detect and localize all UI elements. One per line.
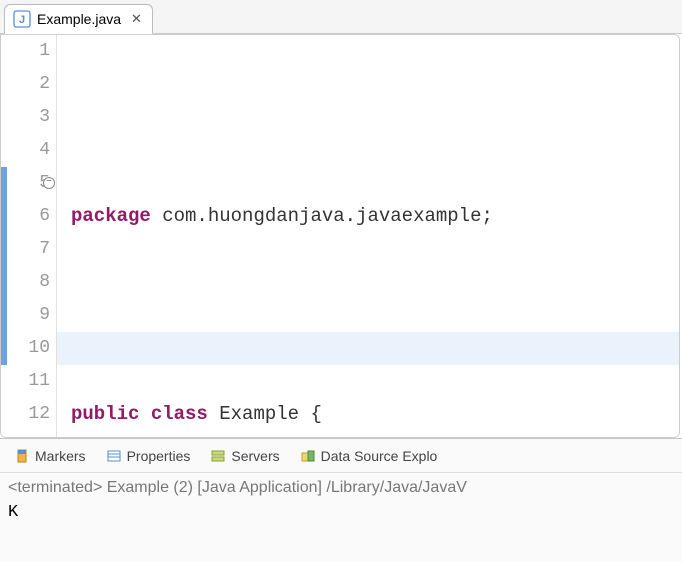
java-file-icon: J: [13, 10, 31, 28]
editor-tab-label: Example.java: [37, 11, 121, 27]
panel-tab-markers[interactable]: Markers: [6, 444, 94, 468]
marker-strip: [1, 35, 15, 437]
panel-tab-bar: Markers Properties Servers Data Source E…: [0, 439, 682, 473]
datasource-icon: [300, 448, 316, 464]
properties-icon: [106, 448, 122, 464]
servers-icon: [210, 448, 226, 464]
line-numbers: 1 2 3 4 5 6 7 8 9 10 11 12: [28, 35, 50, 431]
fold-collapse-icon[interactable]: −: [43, 177, 55, 189]
bookmark-icon: [14, 448, 30, 464]
close-icon[interactable]: ✕: [131, 11, 142, 27]
code-line: public class Example {: [71, 398, 679, 431]
svg-text:J: J: [19, 14, 25, 26]
code-line: package com.huongdanjava.javaexample;: [71, 200, 679, 233]
panel-tab-datasource[interactable]: Data Source Explo: [292, 444, 446, 468]
console-header: <terminated> Example (2) [Java Applicati…: [0, 473, 682, 499]
editor-tab[interactable]: J Example.java ✕: [4, 4, 153, 34]
console-output: K: [0, 499, 682, 526]
bottom-panel: Markers Properties Servers Data Source E…: [0, 438, 682, 562]
panel-tab-properties[interactable]: Properties: [98, 444, 199, 468]
panel-tab-servers[interactable]: Servers: [202, 444, 287, 468]
code-line: [71, 299, 679, 332]
gutter: 1 2 3 4 5 6 7 8 9 10 11 12 −: [1, 35, 57, 437]
code-area[interactable]: package com.huongdanjava.javaexample; pu…: [57, 35, 679, 437]
editor-area: 1 2 3 4 5 6 7 8 9 10 11 12 − package com…: [0, 34, 680, 438]
editor-tab-bar: J Example.java ✕: [0, 0, 682, 34]
